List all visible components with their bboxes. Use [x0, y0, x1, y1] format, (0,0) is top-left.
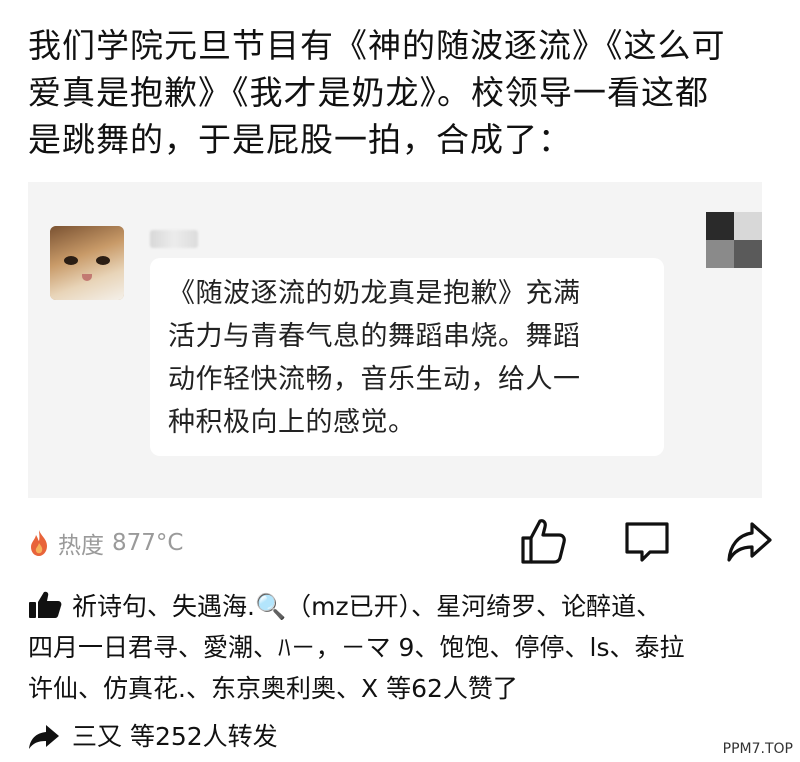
post-line: 我们学院元旦节目有《神的随波逐流》《这么可: [28, 26, 726, 65]
repost-arrow-icon: [29, 725, 59, 749]
post-text: 我们学院元旦节目有《神的随波逐流》《这么可 爱真是抱歉》《我才是奶龙》。校领导一…: [28, 22, 778, 163]
bubble-text: 《随波逐流的奶龙真是抱歉》充满 活力与青春气息的舞蹈串烧。舞蹈 动作轻快流畅，音…: [168, 272, 648, 444]
bubble-line: 动作轻快流畅，音乐生动，给人一: [168, 364, 581, 395]
liker-name[interactable]: 论醉道: [561, 592, 636, 621]
likes-line: 祈诗句、失遇海.🔍（mz已开）、星河绮罗、论醉道、: [28, 586, 783, 627]
blurred-username: [150, 230, 198, 248]
liker-name-suffix[interactable]: （mz已开）: [286, 592, 411, 621]
liker-name[interactable]: ls: [590, 633, 610, 662]
separator: 、: [411, 592, 437, 621]
liker-name[interactable]: 东京奥利奥: [211, 674, 336, 703]
heat-indicator: 热度 877°C: [28, 526, 183, 560]
bubble-line: 《随波逐流的奶龙真是抱歉》充满: [168, 278, 581, 309]
liker-name[interactable]: X: [361, 674, 378, 703]
separator: 、: [609, 633, 635, 662]
separator: 、: [78, 674, 104, 703]
watermark: PPM7.TOP: [719, 740, 796, 758]
liker-name[interactable]: 饱饱: [439, 633, 489, 662]
liker-name[interactable]: 星河绮罗: [436, 592, 536, 621]
liker-name[interactable]: 四月一日君寻: [28, 633, 178, 662]
liker-name[interactable]: ﾊ－，－マ 9: [278, 633, 414, 662]
likes-list: 祈诗句、失遇海.🔍（mz已开）、星河绮罗、论醉道、 四月一日君寻、愛潮、ﾊ－，－…: [28, 586, 783, 709]
separator: 、: [147, 592, 173, 621]
thumbs-up-icon: [29, 591, 62, 618]
liker-name[interactable]: 仿真花.: [103, 674, 186, 703]
separator: 、: [564, 633, 590, 662]
reposts-count-text[interactable]: 等252人转发: [122, 716, 278, 758]
like-icon[interactable]: [518, 516, 568, 566]
separator: 、: [178, 633, 204, 662]
separator: 、: [185, 674, 211, 703]
likes-line: 四月一日君寻、愛潮、ﾊ－，－マ 9、饱饱、停停、ls、泰拉: [28, 627, 783, 668]
comment-icon[interactable]: [622, 516, 672, 566]
post-line: 是跳舞的，于是屁股一拍，合成了：: [28, 120, 572, 159]
bubble-line: 种积极向上的感觉。: [168, 407, 416, 438]
separator: 、: [536, 592, 562, 621]
liker-name[interactable]: 停停: [514, 633, 564, 662]
separator: 、: [636, 592, 662, 621]
post-line: 爱真是抱歉》《我才是奶龙》。校领导一看这都: [28, 73, 709, 112]
reposts-summary: 三又 等252人转发: [28, 716, 278, 758]
separator: 、: [414, 633, 440, 662]
heat-label: 热度: [58, 533, 104, 559]
separator: 、: [489, 633, 515, 662]
liker-name[interactable]: 愛潮: [203, 633, 253, 662]
share-icon[interactable]: [724, 516, 774, 566]
liker-name[interactable]: 泰拉: [635, 633, 685, 662]
heat-value: 877°C: [112, 530, 184, 556]
bubble-line: 活力与青春气息的舞蹈串烧。舞蹈: [168, 321, 581, 352]
flame-icon: [31, 530, 47, 556]
separator: 、: [336, 674, 362, 703]
reposter-name[interactable]: 三又: [72, 716, 122, 758]
likes-count-text[interactable]: 等62人赞了: [378, 674, 518, 703]
liker-name[interactable]: 祈诗句: [72, 592, 147, 621]
separator: 、: [253, 633, 279, 662]
liker-name[interactable]: 许仙: [28, 674, 78, 703]
mosaic-redaction: [706, 212, 762, 268]
search-emoji-icon: 🔍: [254, 592, 287, 621]
likes-line: 许仙、仿真花.、东京奥利奥、X 等62人赞了: [28, 668, 783, 709]
liker-name[interactable]: 失遇海.: [172, 592, 255, 621]
avatar[interactable]: [50, 226, 124, 300]
